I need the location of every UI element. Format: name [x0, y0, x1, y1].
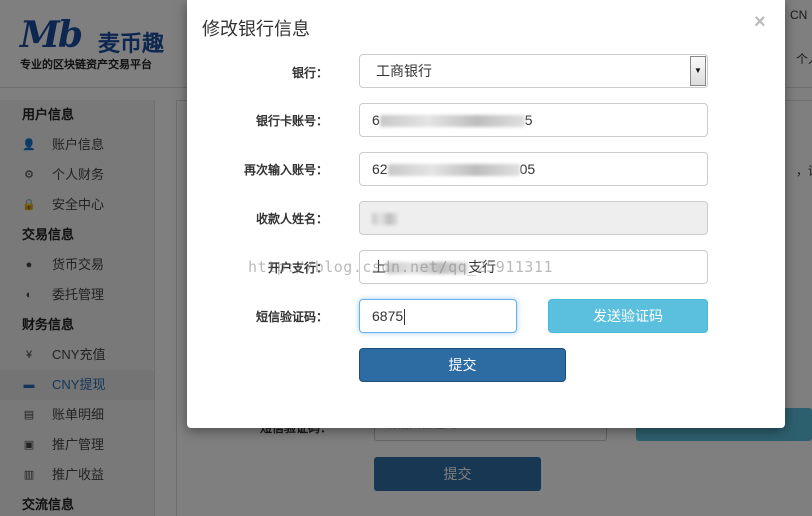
- payee-name-input: [359, 201, 708, 235]
- redacted-card-number-confirm: [387, 164, 520, 177]
- card-number-suffix: 5: [524, 112, 533, 128]
- modal-title: 修改银行信息: [202, 19, 310, 39]
- card-number-label: 银行卡账号：: [255, 114, 328, 128]
- bank-select[interactable]: 工商银行 ▼: [359, 54, 708, 88]
- sms-code-value: 6875: [372, 308, 404, 324]
- card-number-confirm-label: 再次输入账号：: [243, 163, 328, 177]
- sms-code-label: 短信验证码：: [255, 310, 328, 324]
- sms-code-input[interactable]: 6875: [359, 299, 517, 333]
- submit-button[interactable]: 提交: [359, 348, 566, 382]
- text-caret: [404, 309, 406, 326]
- redacted-card-number: [379, 115, 525, 128]
- edit-bank-info-modal: 修改银行信息 × 银行： 工商银行 ▼ 银行卡账号： 65 再次输入账号： 62…: [187, 0, 785, 428]
- card-number-input[interactable]: 65: [359, 103, 708, 137]
- close-icon[interactable]: ×: [754, 12, 766, 32]
- send-code-button[interactable]: 发送验证码: [548, 299, 708, 333]
- redacted-payee-name: [372, 213, 398, 226]
- watermark-text: http://blog.csdn.net/qq_25911311: [248, 258, 553, 276]
- card-number-prefix: 6: [372, 112, 380, 128]
- payee-name-label: 收款人姓名：: [255, 212, 328, 226]
- card-number-confirm-prefix: 62: [372, 161, 388, 177]
- bank-select-value: 工商银行: [376, 63, 432, 79]
- card-number-confirm-input[interactable]: 62 05: [359, 152, 708, 186]
- card-number-confirm-suffix: 05: [519, 161, 536, 177]
- chevron-down-icon[interactable]: ▼: [690, 56, 706, 86]
- bank-label: 银行：: [291, 66, 328, 80]
